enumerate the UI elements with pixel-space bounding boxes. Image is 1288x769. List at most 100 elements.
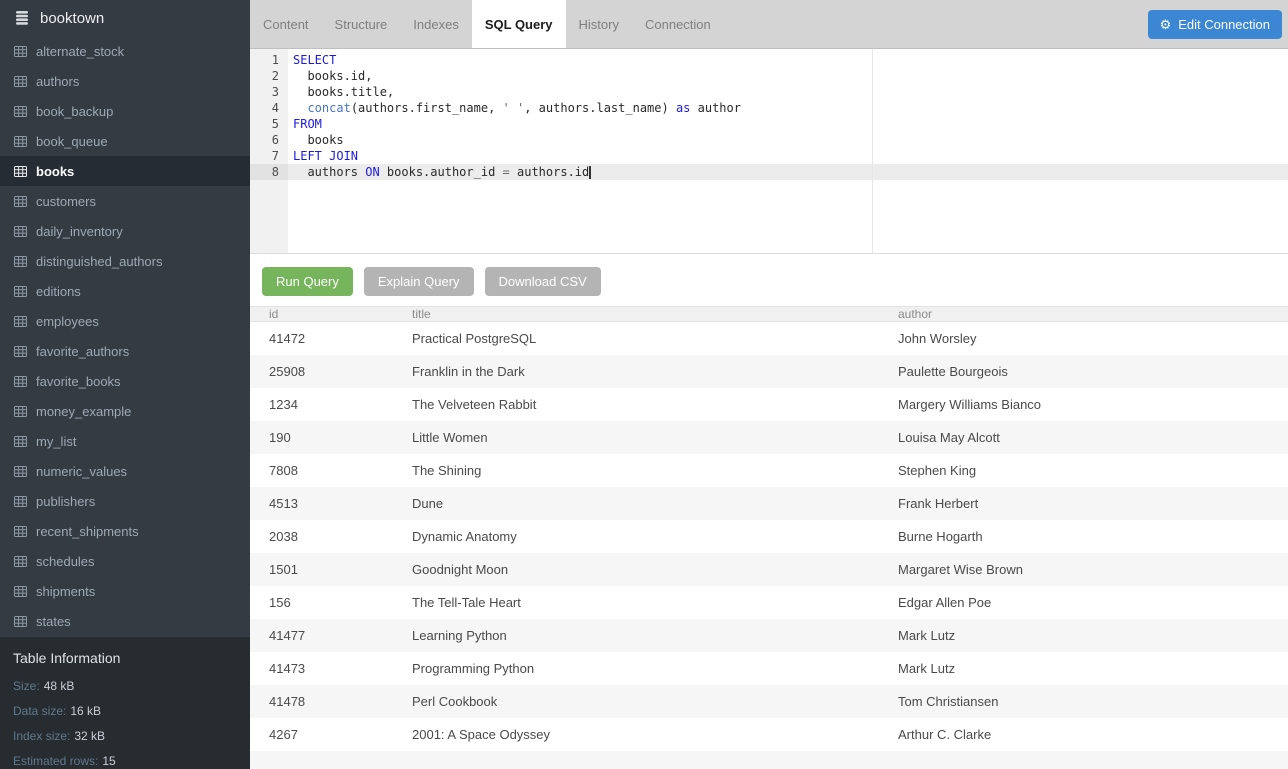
sidebar-table-item[interactable]: states bbox=[0, 606, 250, 636]
cell-title: 2001: A Space Odyssey bbox=[393, 727, 879, 742]
table-icon bbox=[14, 286, 27, 297]
database-icon bbox=[14, 10, 30, 26]
table-row[interactable]: 7808 The Shining Stephen King bbox=[250, 454, 1288, 487]
tab[interactable]: SQL Query bbox=[472, 0, 566, 48]
sidebar-table-item[interactable]: money_example bbox=[0, 396, 250, 426]
table-row[interactable]: 190 Little Women Louisa May Alcott bbox=[250, 421, 1288, 454]
sidebar-table-item[interactable]: editions bbox=[0, 276, 250, 306]
table-icon bbox=[14, 496, 27, 507]
table-info-stat: Estimated rows:15 bbox=[13, 754, 237, 768]
cell-title: The Velveteen Rabbit bbox=[393, 397, 879, 412]
code-line[interactable]: 1SELECT bbox=[250, 52, 1288, 68]
line-number: 7 bbox=[250, 148, 288, 164]
code-line[interactable]: 7LEFT JOIN bbox=[250, 148, 1288, 164]
sql-editor[interactable]: 1SELECT2 books.id,3 books.title,4 concat… bbox=[250, 49, 1288, 254]
table-info-stat: Data size:16 kB bbox=[13, 704, 237, 718]
cell-id: 7808 bbox=[250, 463, 393, 478]
table-row[interactable]: 4267 2001: A Space Odyssey Arthur C. Cla… bbox=[250, 718, 1288, 751]
results-body: 41472 Practical PostgreSQL John Worsley … bbox=[250, 322, 1288, 769]
table-row[interactable]: 41478 Perl Cookbook Tom Christiansen bbox=[250, 685, 1288, 718]
table-row[interactable]: 41477 Learning Python Mark Lutz bbox=[250, 619, 1288, 652]
tab[interactable]: Structure bbox=[322, 0, 401, 48]
tabs: Content Structure Indexes SQL Query bbox=[250, 0, 724, 48]
column-header[interactable]: id bbox=[250, 307, 393, 321]
line-number: 5 bbox=[250, 116, 288, 132]
tab[interactable]: History bbox=[566, 0, 632, 48]
sidebar-table-item[interactable]: alternate_stock bbox=[0, 36, 250, 66]
code-line[interactable]: 6 books bbox=[250, 132, 1288, 148]
table-item-label: book_backup bbox=[36, 104, 113, 119]
table-row[interactable]: 41472 Practical PostgreSQL John Worsley bbox=[250, 322, 1288, 355]
cell-id: 156 bbox=[250, 595, 393, 610]
table-row[interactable]: 156 The Tell-Tale Heart Edgar Allen Poe bbox=[250, 586, 1288, 619]
sidebar-table-item[interactable]: my_list bbox=[0, 426, 250, 456]
table-row[interactable]: 2038 Dynamic Anatomy Burne Hogarth bbox=[250, 520, 1288, 553]
query-action-button[interactable]: Run Query bbox=[262, 267, 353, 296]
edit-connection-button[interactable]: ⚙ Edit Connection bbox=[1148, 10, 1282, 39]
code-line[interactable]: 5FROM bbox=[250, 116, 1288, 132]
cell-title: Learning Python bbox=[393, 628, 879, 643]
table-row[interactable]: 1234 The Velveteen Rabbit Margery Willia… bbox=[250, 388, 1288, 421]
table-row[interactable]: 1501 Goodnight Moon Margaret Wise Brown bbox=[250, 553, 1288, 586]
cell-author: Louisa May Alcott bbox=[879, 430, 1288, 445]
table-item-label: book_queue bbox=[36, 134, 108, 149]
code-line[interactable]: 8 authors ON books.author_id = authors.i… bbox=[250, 164, 1288, 180]
tab[interactable]: Indexes bbox=[400, 0, 472, 48]
cell-id: 25908 bbox=[250, 364, 393, 379]
sidebar-table-item[interactable]: favorite_books bbox=[0, 366, 250, 396]
code-text: SELECT bbox=[288, 52, 336, 68]
table-row[interactable]: 4513 Dune Frank Herbert bbox=[250, 487, 1288, 520]
tab[interactable]: Content bbox=[250, 0, 322, 48]
sidebar-table-item[interactable]: book_backup bbox=[0, 96, 250, 126]
tab-label: History bbox=[579, 17, 619, 32]
line-number: 2 bbox=[250, 68, 288, 84]
table-icon bbox=[14, 166, 27, 177]
line-number: 3 bbox=[250, 84, 288, 100]
sidebar-table-item[interactable]: schedules bbox=[0, 546, 250, 576]
cell-title: Practical PostgreSQL bbox=[393, 331, 879, 346]
cell-author: Mark Lutz bbox=[879, 661, 1288, 676]
table-row[interactable]: 25908 Franklin in the Dark Paulette Bour… bbox=[250, 355, 1288, 388]
column-header[interactable]: author bbox=[879, 307, 1288, 321]
table-icon bbox=[14, 436, 27, 447]
cell-id: 41478 bbox=[250, 694, 393, 709]
table-item-label: editions bbox=[36, 284, 81, 299]
sidebar-table-item[interactable]: authors bbox=[0, 66, 250, 96]
table-item-label: money_example bbox=[36, 404, 131, 419]
code-line[interactable]: 3 books.title, bbox=[250, 84, 1288, 100]
sql-editor-lines: 1SELECT2 books.id,3 books.title,4 concat… bbox=[250, 49, 1288, 180]
table-item-label: favorite_authors bbox=[36, 344, 129, 359]
results-table: id title author 41472 Practical PostgreS… bbox=[250, 306, 1288, 769]
sidebar-table-item[interactable]: distinguished_authors bbox=[0, 246, 250, 276]
column-header[interactable]: title bbox=[393, 307, 879, 321]
stat-value: 32 kB bbox=[74, 729, 105, 743]
sidebar: booktown alternate_stock bbox=[0, 0, 250, 769]
sidebar-table-item[interactable]: customers bbox=[0, 186, 250, 216]
cell-title: Dynamic Anatomy bbox=[393, 529, 879, 544]
table-icon bbox=[14, 136, 27, 147]
line-number: 6 bbox=[250, 132, 288, 148]
tab[interactable]: Connection bbox=[632, 0, 724, 48]
sidebar-table-item[interactable]: daily_inventory bbox=[0, 216, 250, 246]
sidebar-table-item[interactable]: books bbox=[0, 156, 250, 186]
table-item-label: employees bbox=[36, 314, 99, 329]
table-icon bbox=[14, 46, 27, 57]
table-information-panel: Table Information Size:48 kB Data size:1… bbox=[0, 637, 250, 769]
sidebar-table-item[interactable]: employees bbox=[0, 306, 250, 336]
database-header[interactable]: booktown bbox=[0, 0, 250, 36]
query-action-button[interactable]: Explain Query bbox=[364, 267, 474, 296]
cell-author: Edgar Allen Poe bbox=[879, 595, 1288, 610]
sidebar-table-item[interactable]: shipments bbox=[0, 576, 250, 606]
cell-author: John Worsley bbox=[879, 331, 1288, 346]
sidebar-table-item[interactable]: book_queue bbox=[0, 126, 250, 156]
code-line[interactable]: 2 books.id, bbox=[250, 68, 1288, 84]
sidebar-table-item[interactable]: recent_shipments bbox=[0, 516, 250, 546]
query-action-button[interactable]: Download CSV bbox=[485, 267, 601, 296]
sidebar-table-item[interactable]: favorite_authors bbox=[0, 336, 250, 366]
sidebar-table-item[interactable]: publishers bbox=[0, 486, 250, 516]
sidebar-table-item[interactable]: numeric_values bbox=[0, 456, 250, 486]
code-line[interactable]: 4 concat(authors.first_name, ' ', author… bbox=[250, 100, 1288, 116]
table-row[interactable]: 41473 Programming Python Mark Lutz bbox=[250, 652, 1288, 685]
cell-title: The Tell-Tale Heart bbox=[393, 595, 879, 610]
table-item-label: shipments bbox=[36, 584, 95, 599]
